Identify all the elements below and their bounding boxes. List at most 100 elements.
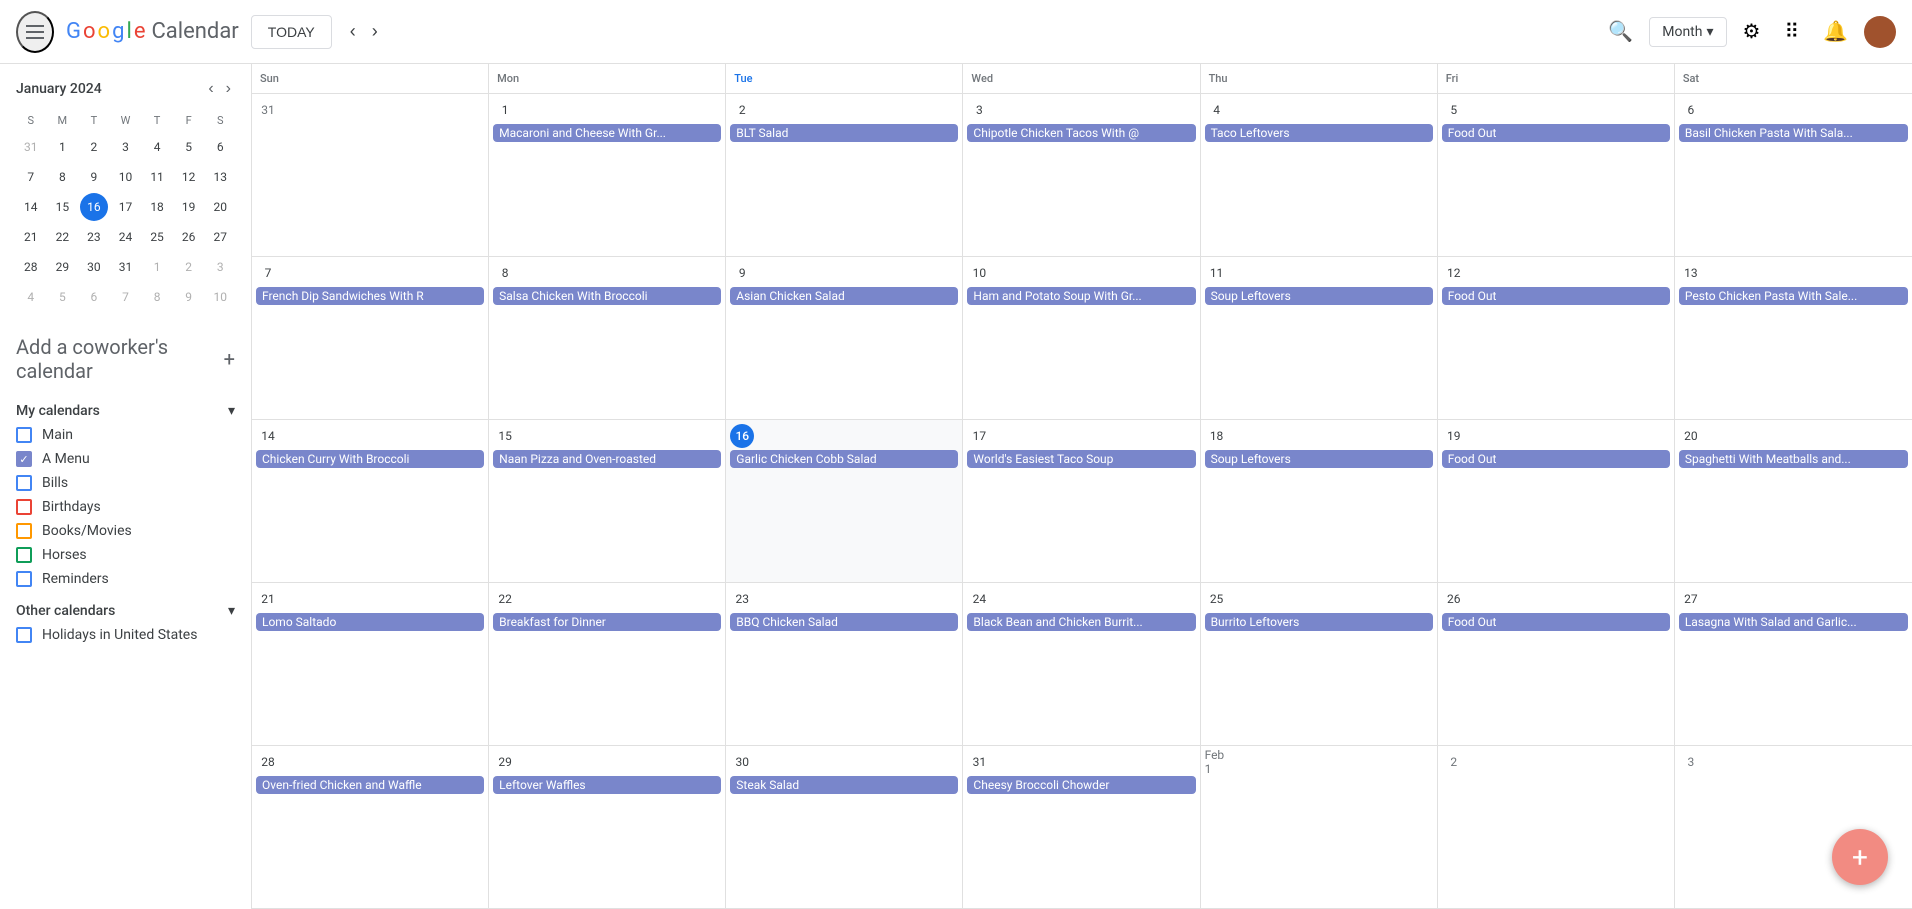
- mini-cal-day[interactable]: 2: [175, 253, 203, 281]
- calendar-event[interactable]: Oven-fried Chicken and Waffle: [256, 776, 484, 794]
- calendar-event[interactable]: Breakfast for Dinner: [493, 613, 721, 631]
- day-number[interactable]: 31: [967, 750, 991, 774]
- calendar-item[interactable]: Main: [16, 423, 235, 447]
- apps-button[interactable]: ⠿: [1776, 11, 1807, 52]
- mini-cal-day[interactable]: 10: [206, 283, 234, 311]
- calendar-event[interactable]: French Dip Sandwiches With R: [256, 287, 484, 305]
- day-number[interactable]: 9: [730, 261, 754, 285]
- day-number[interactable]: 28: [256, 750, 280, 774]
- day-number[interactable]: 13: [1679, 261, 1703, 285]
- day-number[interactable]: 10: [967, 261, 991, 285]
- mini-cal-day[interactable]: 7: [17, 163, 45, 191]
- mini-cal-day[interactable]: 30: [80, 253, 108, 281]
- calendar-checkbox[interactable]: [16, 499, 32, 515]
- calendar-item[interactable]: Books/Movies: [16, 519, 235, 543]
- day-number[interactable]: 19: [1442, 424, 1466, 448]
- calendar-event[interactable]: Soup Leftovers: [1205, 287, 1433, 305]
- day-number[interactable]: 20: [1679, 424, 1703, 448]
- mini-cal-day[interactable]: 22: [48, 223, 76, 251]
- mini-cal-day[interactable]: 1: [48, 133, 76, 161]
- calendar-checkbox[interactable]: [16, 475, 32, 491]
- calendar-event[interactable]: Steak Salad: [730, 776, 958, 794]
- other-calendars-header[interactable]: Other calendars ▾: [16, 599, 235, 623]
- mini-cal-day[interactable]: 3: [111, 133, 139, 161]
- day-number[interactable]: 27: [1679, 587, 1703, 611]
- notifications-button[interactable]: 🔔: [1815, 11, 1856, 52]
- mini-cal-next[interactable]: ›: [222, 76, 235, 102]
- mini-cal-day[interactable]: 16: [80, 193, 108, 221]
- calendar-event[interactable]: Food Out: [1442, 287, 1670, 305]
- day-number[interactable]: 29: [493, 750, 517, 774]
- mini-cal-day[interactable]: 12: [175, 163, 203, 191]
- mini-cal-day[interactable]: 13: [206, 163, 234, 191]
- calendar-item[interactable]: Reminders: [16, 567, 235, 591]
- mini-cal-day[interactable]: 2: [80, 133, 108, 161]
- mini-cal-day[interactable]: 11: [143, 163, 171, 191]
- mini-cal-day[interactable]: 4: [17, 283, 45, 311]
- mini-cal-day[interactable]: 17: [111, 193, 139, 221]
- day-number[interactable]: 15: [493, 424, 517, 448]
- day-number[interactable]: 2: [730, 98, 754, 122]
- mini-cal-day[interactable]: 8: [143, 283, 171, 311]
- day-number[interactable]: 5: [1442, 98, 1466, 122]
- calendar-item[interactable]: Holidays in United States: [16, 623, 235, 647]
- mini-cal-prev[interactable]: ‹: [204, 76, 217, 102]
- day-number[interactable]: 31: [256, 98, 280, 122]
- calendar-event[interactable]: Salsa Chicken With Broccoli: [493, 287, 721, 305]
- calendar-event[interactable]: BBQ Chicken Salad: [730, 613, 958, 631]
- mini-cal-day[interactable]: 6: [206, 133, 234, 161]
- calendar-event[interactable]: Lasagna With Salad and Garlic...: [1679, 613, 1908, 631]
- calendar-event[interactable]: World's Easiest Taco Soup: [967, 450, 1195, 468]
- calendar-event[interactable]: Black Bean and Chicken Burrit...: [967, 613, 1195, 631]
- calendar-checkbox[interactable]: [16, 571, 32, 587]
- calendar-event[interactable]: BLT Salad: [730, 124, 958, 142]
- calendar-event[interactable]: Food Out: [1442, 124, 1670, 142]
- calendar-event[interactable]: Chipotle Chicken Tacos With @: [967, 124, 1195, 142]
- day-number[interactable]: 11: [1205, 261, 1229, 285]
- my-calendars-header[interactable]: My calendars ▾: [16, 399, 235, 423]
- mini-cal-day[interactable]: 14: [17, 193, 45, 221]
- mini-cal-day[interactable]: 21: [17, 223, 45, 251]
- day-number[interactable]: 30: [730, 750, 754, 774]
- calendar-event[interactable]: Chicken Curry With Broccoli: [256, 450, 484, 468]
- calendar-event[interactable]: Food Out: [1442, 613, 1670, 631]
- mini-cal-day[interactable]: 5: [175, 133, 203, 161]
- day-number[interactable]: 6: [1679, 98, 1703, 122]
- calendar-checkbox[interactable]: [16, 451, 32, 467]
- calendar-checkbox[interactable]: [16, 523, 32, 539]
- day-number[interactable]: 17: [967, 424, 991, 448]
- mini-cal-day[interactable]: 26: [175, 223, 203, 251]
- mini-cal-day[interactable]: 31: [111, 253, 139, 281]
- calendar-event[interactable]: Ham and Potato Soup With Gr...: [967, 287, 1195, 305]
- day-number[interactable]: 12: [1442, 261, 1466, 285]
- mini-cal-day[interactable]: 8: [48, 163, 76, 191]
- day-number[interactable]: 26: [1442, 587, 1466, 611]
- day-number[interactable]: 22: [493, 587, 517, 611]
- day-number[interactable]: 14: [256, 424, 280, 448]
- mini-cal-day[interactable]: 5: [48, 283, 76, 311]
- calendar-item[interactable]: Horses: [16, 543, 235, 567]
- mini-cal-day[interactable]: 23: [80, 223, 108, 251]
- day-number[interactable]: Feb 1: [1205, 750, 1229, 774]
- mini-cal-day[interactable]: 3: [206, 253, 234, 281]
- calendar-item[interactable]: Bills: [16, 471, 235, 495]
- calendar-event[interactable]: Cheesy Broccoli Chowder: [967, 776, 1195, 794]
- mini-cal-day[interactable]: 20: [206, 193, 234, 221]
- calendar-event[interactable]: Naan Pizza and Oven-roasted: [493, 450, 721, 468]
- mini-cal-day[interactable]: 29: [48, 253, 76, 281]
- calendar-checkbox[interactable]: [16, 427, 32, 443]
- day-number[interactable]: 1: [493, 98, 517, 122]
- calendar-event[interactable]: Spaghetti With Meatballs and...: [1679, 450, 1908, 468]
- calendar-item[interactable]: Birthdays: [16, 495, 235, 519]
- mini-cal-day[interactable]: 7: [111, 283, 139, 311]
- mini-cal-day[interactable]: 6: [80, 283, 108, 311]
- day-number[interactable]: 8: [493, 261, 517, 285]
- calendar-event[interactable]: Food Out: [1442, 450, 1670, 468]
- calendar-event[interactable]: Soup Leftovers: [1205, 450, 1433, 468]
- calendar-event[interactable]: Basil Chicken Pasta With Sala...: [1679, 124, 1908, 142]
- mini-cal-day[interactable]: 31: [17, 133, 45, 161]
- calendar-event[interactable]: Garlic Chicken Cobb Salad: [730, 450, 958, 468]
- mini-cal-day[interactable]: 1: [143, 253, 171, 281]
- add-coworker-calendar[interactable]: Add a coworker's calendar +: [16, 327, 235, 391]
- mini-cal-day[interactable]: 4: [143, 133, 171, 161]
